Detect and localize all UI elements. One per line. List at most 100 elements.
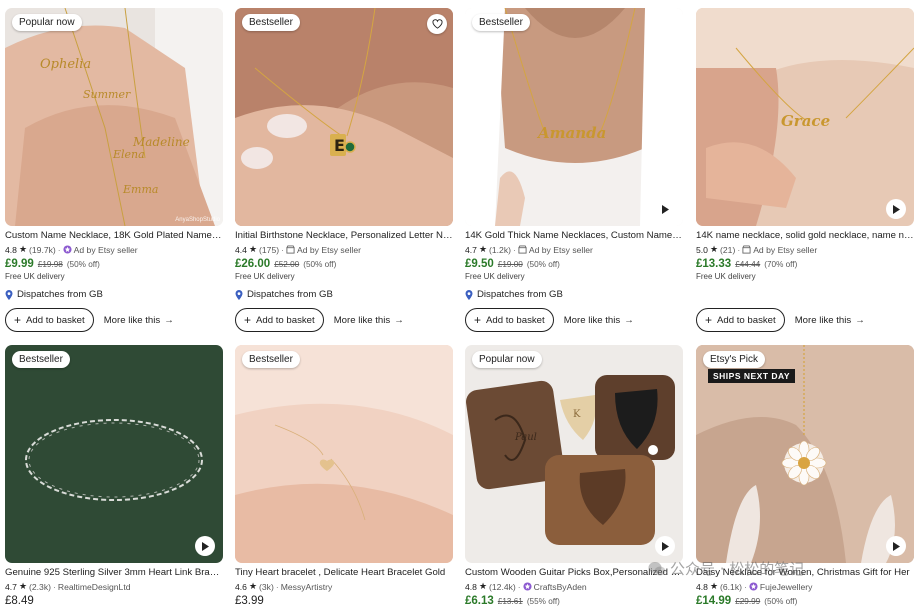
listing-card[interactable]: E Bestseller Initial Birthstone Necklace… <box>235 8 453 332</box>
shop-icon <box>742 245 751 254</box>
favorite-button[interactable] <box>427 14 447 34</box>
listing-image[interactable]: Bestseller <box>235 345 453 563</box>
listing-title[interactable]: Initial Birthstone Necklace, Personalize… <box>235 230 453 241</box>
original-price: £19.00 <box>497 260 523 269</box>
add-to-basket-button[interactable]: + Add to basket <box>465 308 554 332</box>
star-icon: ★ <box>709 581 719 591</box>
listing-title[interactable]: Tiny Heart bracelet , Delicate Heart Bra… <box>235 567 453 578</box>
more-like-this-link[interactable]: More like this → <box>104 315 174 326</box>
review-count: (3k) <box>259 581 274 592</box>
play-video-button[interactable] <box>195 536 215 556</box>
listing-image[interactable]: Etsy's Pick SHIPS NEXT DAY <box>696 345 914 563</box>
rating-row: 4.8 ★ (6.1k) · FujeJewellery <box>696 581 914 592</box>
listing-title[interactable]: 14K Gold Thick Name Necklaces, Custom Na… <box>465 230 683 241</box>
rating-value: 4.7 <box>465 244 477 255</box>
seller-label: Ad by Etsy seller <box>73 244 138 255</box>
listing-image[interactable]: Paul K Popular now <box>465 345 683 563</box>
play-video-button[interactable] <box>655 199 675 219</box>
delivery-label: Free UK delivery <box>465 272 525 281</box>
badge: Bestseller <box>12 351 70 368</box>
listing-card[interactable]: Bestseller Tiny Heart bracelet , Delicat… <box>235 345 453 607</box>
delivery-label: Free UK delivery <box>235 272 295 281</box>
original-price: £44.44 <box>735 260 761 269</box>
add-to-basket-label: Add to basket <box>256 314 315 326</box>
listing-image[interactable]: Ophelia Summer Madeline Elena Emma Popul… <box>5 8 223 226</box>
listing-image[interactable]: E Bestseller <box>235 8 453 226</box>
review-count: (21) <box>720 244 736 255</box>
badge: Popular now <box>472 351 542 368</box>
review-count: (175) <box>259 244 280 255</box>
price-row: £13.33 £44.44 (70% off) <box>696 258 914 270</box>
rating-row: 5.0 ★ (21) · Ad by Etsy seller <box>696 244 914 255</box>
more-like-this-link[interactable]: More like this → <box>795 315 865 326</box>
review-count: (19.7k) <box>29 244 56 255</box>
listing-image[interactable]: Grace <box>696 8 914 226</box>
delivery-label: Free UK delivery <box>696 272 756 281</box>
play-video-button[interactable] <box>655 536 675 556</box>
listing-card[interactable]: Amanda Bestseller 14K Gold Thick Name Ne… <box>465 8 683 332</box>
more-like-this-link[interactable]: More like this → <box>564 315 634 326</box>
card-actions: + Add to basket More like this → <box>5 308 223 332</box>
plus-icon: + <box>705 313 713 327</box>
listing-title[interactable]: Genuine 925 Sterling Silver 3mm Heart Li… <box>5 567 223 578</box>
sale-price: £26.00 <box>235 258 271 270</box>
add-to-basket-label: Add to basket <box>717 314 776 326</box>
star-icon: ★ <box>18 581 28 591</box>
rating-value: 4.8 <box>5 244 17 255</box>
add-to-basket-label: Add to basket <box>26 314 85 326</box>
listing-card[interactable]: Grace 14K name necklace, solid gold neck… <box>696 8 914 332</box>
dispatch-row: Dispatches from GB <box>5 289 223 300</box>
dispatch-row: Dispatches from GB <box>465 289 683 300</box>
star-icon: ★ <box>18 244 28 254</box>
original-price: £52.00 <box>274 260 300 269</box>
review-count: (6.1k) <box>720 581 742 592</box>
svg-text:Ophelia: Ophelia <box>40 57 91 72</box>
seller-label: Ad by Etsy seller <box>528 244 593 255</box>
separator: · <box>57 244 61 255</box>
play-video-button[interactable] <box>886 199 906 219</box>
wechat-watermark: 公众号 · 松松的笔记 <box>648 558 804 579</box>
svg-text:Emma: Emma <box>122 183 158 196</box>
seller-label: CraftsByAden <box>533 581 587 592</box>
add-to-basket-button[interactable]: + Add to basket <box>5 308 94 332</box>
listing-card[interactable]: Bestseller Genuine 925 Sterling Silver 3… <box>5 345 223 607</box>
play-video-button[interactable] <box>886 536 906 556</box>
rating-value: 4.8 <box>465 581 477 592</box>
heart-icon <box>432 19 442 29</box>
dispatch-row: Dispatches from GB <box>235 289 453 300</box>
seller-label: FujeJewellery <box>759 581 813 592</box>
review-count: (12.4k) <box>489 581 516 592</box>
rating-value: 4.8 <box>696 581 708 592</box>
listing-image[interactable]: Bestseller <box>5 345 223 563</box>
seller-label: MessyArtistry <box>280 581 333 592</box>
svg-text:Madeline: Madeline <box>132 135 190 149</box>
listing-image[interactable]: Amanda Bestseller <box>465 8 683 226</box>
arrow-right-icon: → <box>394 314 404 326</box>
more-like-this-label: More like this <box>333 314 391 326</box>
seller-label: Ad by Etsy seller <box>296 244 361 255</box>
add-to-basket-button[interactable]: + Add to basket <box>696 308 785 332</box>
name-necklaces-photo: Ophelia Summer Madeline Elena Emma <box>5 8 223 226</box>
listing-title[interactable]: 14K name necklace, solid gold necklace, … <box>696 230 914 241</box>
solid-gold-name-necklace-photo: Grace <box>696 8 914 226</box>
discount-label: (55% off) <box>526 597 560 606</box>
discount-label: (50% off) <box>303 260 337 269</box>
heart-bracelet-photo <box>235 345 453 563</box>
sale-price: £9.50 <box>465 258 494 270</box>
svg-text:Amanda: Amanda <box>536 124 606 142</box>
separator: · <box>513 244 516 255</box>
play-icon <box>202 541 209 551</box>
name-necklace-photo: Amanda <box>465 8 683 226</box>
more-like-this-link[interactable]: More like this → <box>334 315 404 326</box>
initial-necklace-photo: E <box>235 8 453 226</box>
card-actions: + Add to basket More like this → <box>235 308 453 332</box>
review-count: (2.3k) <box>29 581 51 592</box>
add-to-basket-button[interactable]: + Add to basket <box>235 308 324 332</box>
plus-icon: + <box>14 313 22 327</box>
location-pin-icon <box>235 289 243 300</box>
arrow-right-icon: → <box>855 314 865 326</box>
rating-value: 4.6 <box>235 581 247 592</box>
listing-title[interactable]: Custom Name Necklace, 18K Gold Plated Na… <box>5 230 223 241</box>
listing-card[interactable]: Ophelia Summer Madeline Elena Emma Popul… <box>5 8 223 332</box>
dispatch-label: Dispatches from GB <box>17 289 103 300</box>
